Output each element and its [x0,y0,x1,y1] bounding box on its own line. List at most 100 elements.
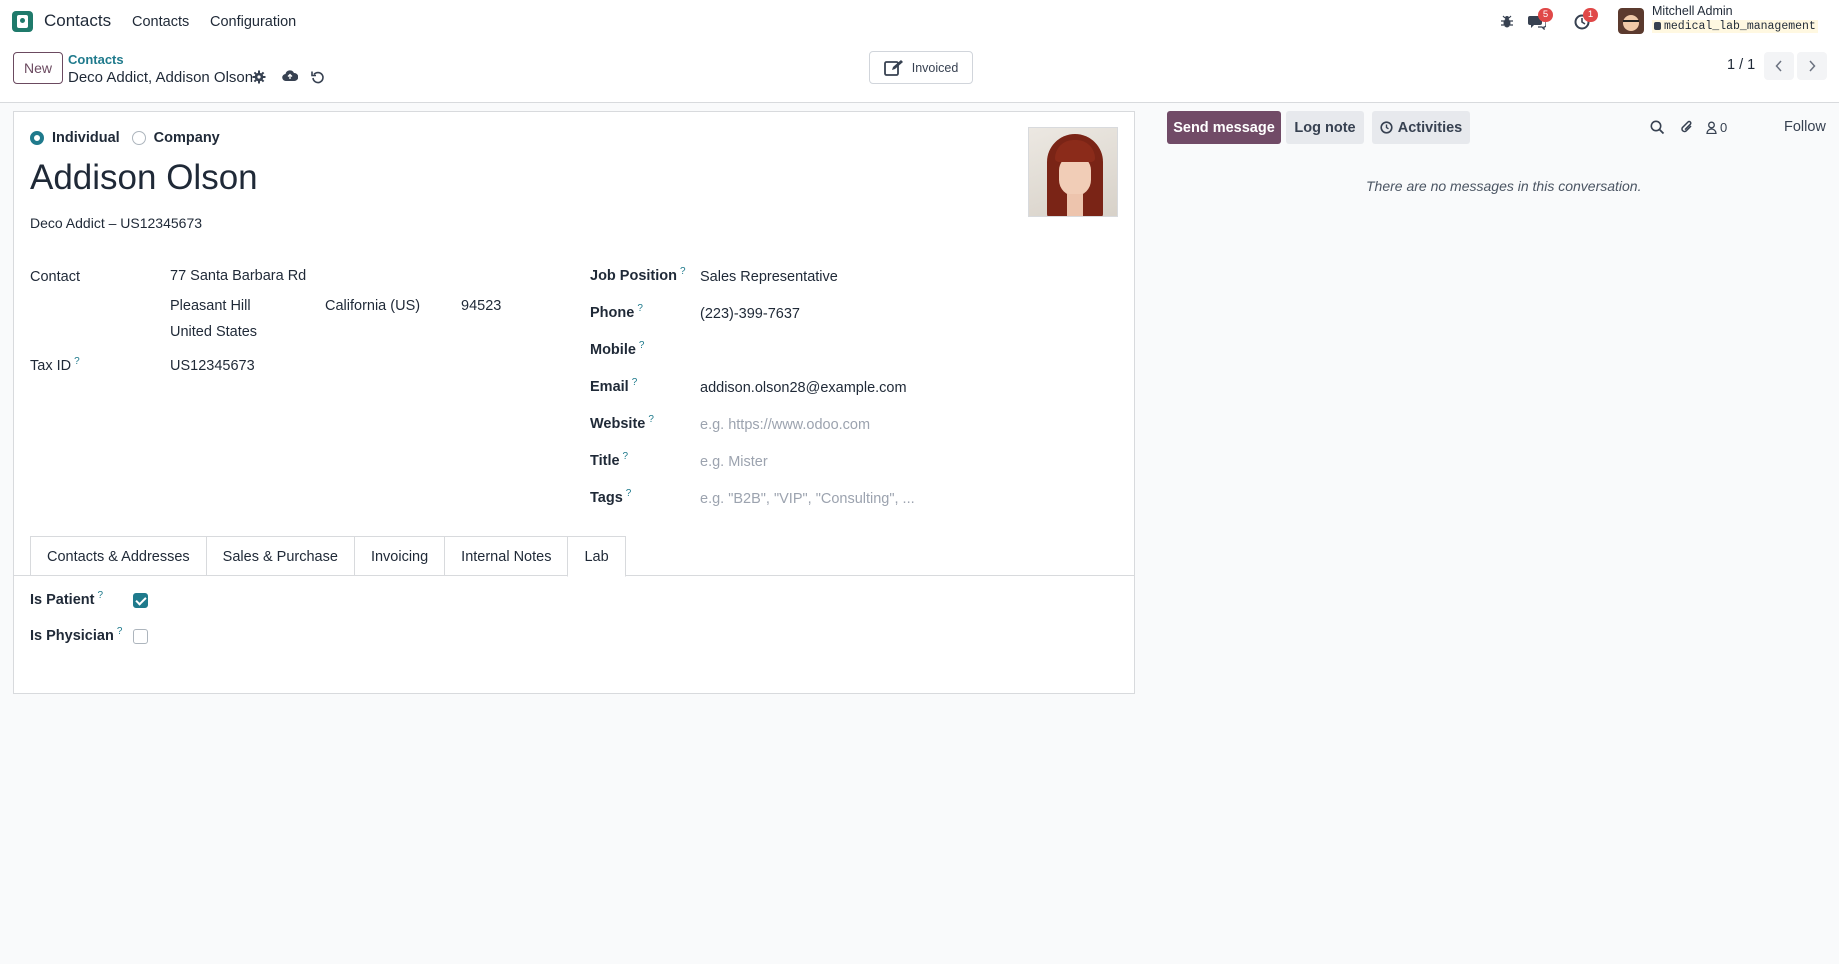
help-icon[interactable]: ? [117,626,123,637]
tab-lab[interactable]: Lab [567,536,626,577]
user-avatar[interactable] [1618,8,1644,34]
invoiced-label: Invoiced [911,60,959,75]
followers-count: 0 [1720,119,1728,135]
notebook-tabs: Contacts & Addresses Sales & Purchase In… [30,536,626,577]
tags-field[interactable]: e.g. "B2B", "VIP", "Consulting", ... [700,491,915,507]
send-message-button[interactable]: Send message [1167,111,1281,144]
search-icon[interactable] [1648,118,1666,136]
is-patient-label-text: Is Patient [30,592,95,608]
tab-invoicing[interactable]: Invoicing [353,536,445,576]
radio-company-label[interactable]: Company [154,130,220,146]
control-panel: New Contacts Deco Addict, Addison Olson … [0,43,1839,103]
is-patient-label: Is Patient? [30,590,103,608]
street-field[interactable]: 77 Santa Barbara Rd [170,268,306,284]
email-field[interactable]: addison.olson28@example.com [700,380,907,396]
partner-type-radio: Individual Company [30,130,220,146]
top-navbar: Contacts Contacts Configuration 5 1 Mitc… [0,0,1839,43]
database-label: medical_lab_management [1664,20,1816,33]
tab-internal-notes[interactable]: Internal Notes [444,536,568,576]
empty-conversation-text: There are no messages in this conversati… [1366,178,1642,194]
pager-next-button[interactable] [1797,52,1827,80]
mobile-label: Mobile? [590,340,645,358]
discard-undo-icon[interactable] [309,68,327,86]
phone-label-text: Phone [590,305,635,321]
radio-individual-label[interactable]: Individual [52,130,120,146]
clock-icon [1380,121,1393,134]
activities-button[interactable]: Activities [1372,111,1470,144]
breadcrumb-parent[interactable]: Contacts [68,52,124,67]
mobile-label-text: Mobile [590,342,636,358]
log-note-button[interactable]: Log note [1286,111,1364,144]
breadcrumb-current: Deco Addict, Addison Olson [68,69,254,86]
help-icon[interactable]: ? [74,356,80,367]
database-icon [1654,22,1661,30]
activities-clock-icon[interactable]: 1 [1572,8,1598,32]
company-name-field[interactable]: Deco Addict – US12345673 [30,215,202,231]
database-name: medical_lab_management [1652,20,1818,33]
pager-previous-button[interactable] [1764,52,1794,80]
user-icon [1706,121,1717,134]
help-icon[interactable]: ? [623,451,629,462]
city-field[interactable]: Pleasant Hill [170,298,251,314]
contact-name-field[interactable]: Addison Olson [30,158,258,198]
title-label-text: Title [590,453,620,469]
activities-label: Activities [1397,119,1463,136]
website-field[interactable]: e.g. https://www.odoo.com [700,417,870,433]
job-position-label-text: Job Position [590,268,677,284]
title-field[interactable]: e.g. Mister [700,454,768,470]
help-icon[interactable]: ? [680,266,686,277]
messages-icon[interactable]: 5 [1527,8,1553,32]
zip-field[interactable]: 94523 [461,298,501,314]
email-label-text: Email [590,379,629,395]
followers-button[interactable]: 0 [1706,118,1740,136]
menu-contacts[interactable]: Contacts [132,14,189,30]
paperclip-icon[interactable] [1678,118,1696,136]
help-icon[interactable]: ? [97,590,103,601]
activities-badge: 1 [1583,8,1598,22]
save-cloud-icon[interactable] [281,66,299,84]
help-icon[interactable]: ? [626,488,632,499]
tax-id-label-text: Tax ID [30,358,72,374]
radio-company[interactable] [131,131,146,145]
contact-label: Contact [30,269,80,285]
country-field[interactable]: United States [170,324,257,340]
menu-configuration[interactable]: Configuration [210,14,296,30]
tab-sales-purchase[interactable]: Sales & Purchase [205,536,354,576]
email-label: Email? [590,377,638,395]
app-name[interactable]: Contacts [44,11,111,31]
user-name[interactable]: Mitchell Admin [1652,4,1733,18]
tags-label: Tags? [590,488,632,506]
chevron-right-icon [1809,60,1816,72]
invoiced-smart-button[interactable]: Invoiced [869,51,973,84]
help-icon[interactable]: ? [639,340,645,351]
radio-individual[interactable] [30,131,44,145]
state-field[interactable]: California (US) [325,298,420,314]
job-position-field[interactable]: Sales Representative [700,269,838,285]
pager-value[interactable]: 1 / 1 [1727,57,1755,73]
form-sheet: Individual Company Addison Olson Deco Ad… [13,111,1135,694]
tax-id-field[interactable]: US12345673 [170,358,255,374]
tab-contacts-addresses[interactable]: Contacts & Addresses [30,536,206,576]
tags-label-text: Tags [590,490,623,506]
phone-field[interactable]: (223)-399-7637 [700,306,800,322]
follow-button[interactable]: Follow [1784,119,1826,135]
pencil-square-icon [883,59,903,76]
phone-label: Phone? [590,303,643,321]
new-button[interactable]: New [13,52,63,84]
website-label: Website? [590,414,654,432]
tax-id-label: Tax ID? [30,356,80,374]
help-icon[interactable]: ? [632,377,638,388]
gear-icon[interactable] [250,68,268,86]
is-physician-label: Is Physician? [30,626,123,644]
contact-photo[interactable] [1028,127,1118,217]
is-physician-checkbox[interactable] [133,629,148,644]
help-icon[interactable]: ? [648,414,654,425]
is-physician-label-text: Is Physician [30,628,114,644]
title-label: Title? [590,451,629,469]
job-position-label: Job Position? [590,266,686,284]
contacts-app-icon[interactable] [12,11,33,32]
bug-icon[interactable] [1497,12,1517,32]
help-icon[interactable]: ? [637,303,643,314]
messages-badge: 5 [1538,8,1553,22]
is-patient-checkbox[interactable] [133,593,148,608]
